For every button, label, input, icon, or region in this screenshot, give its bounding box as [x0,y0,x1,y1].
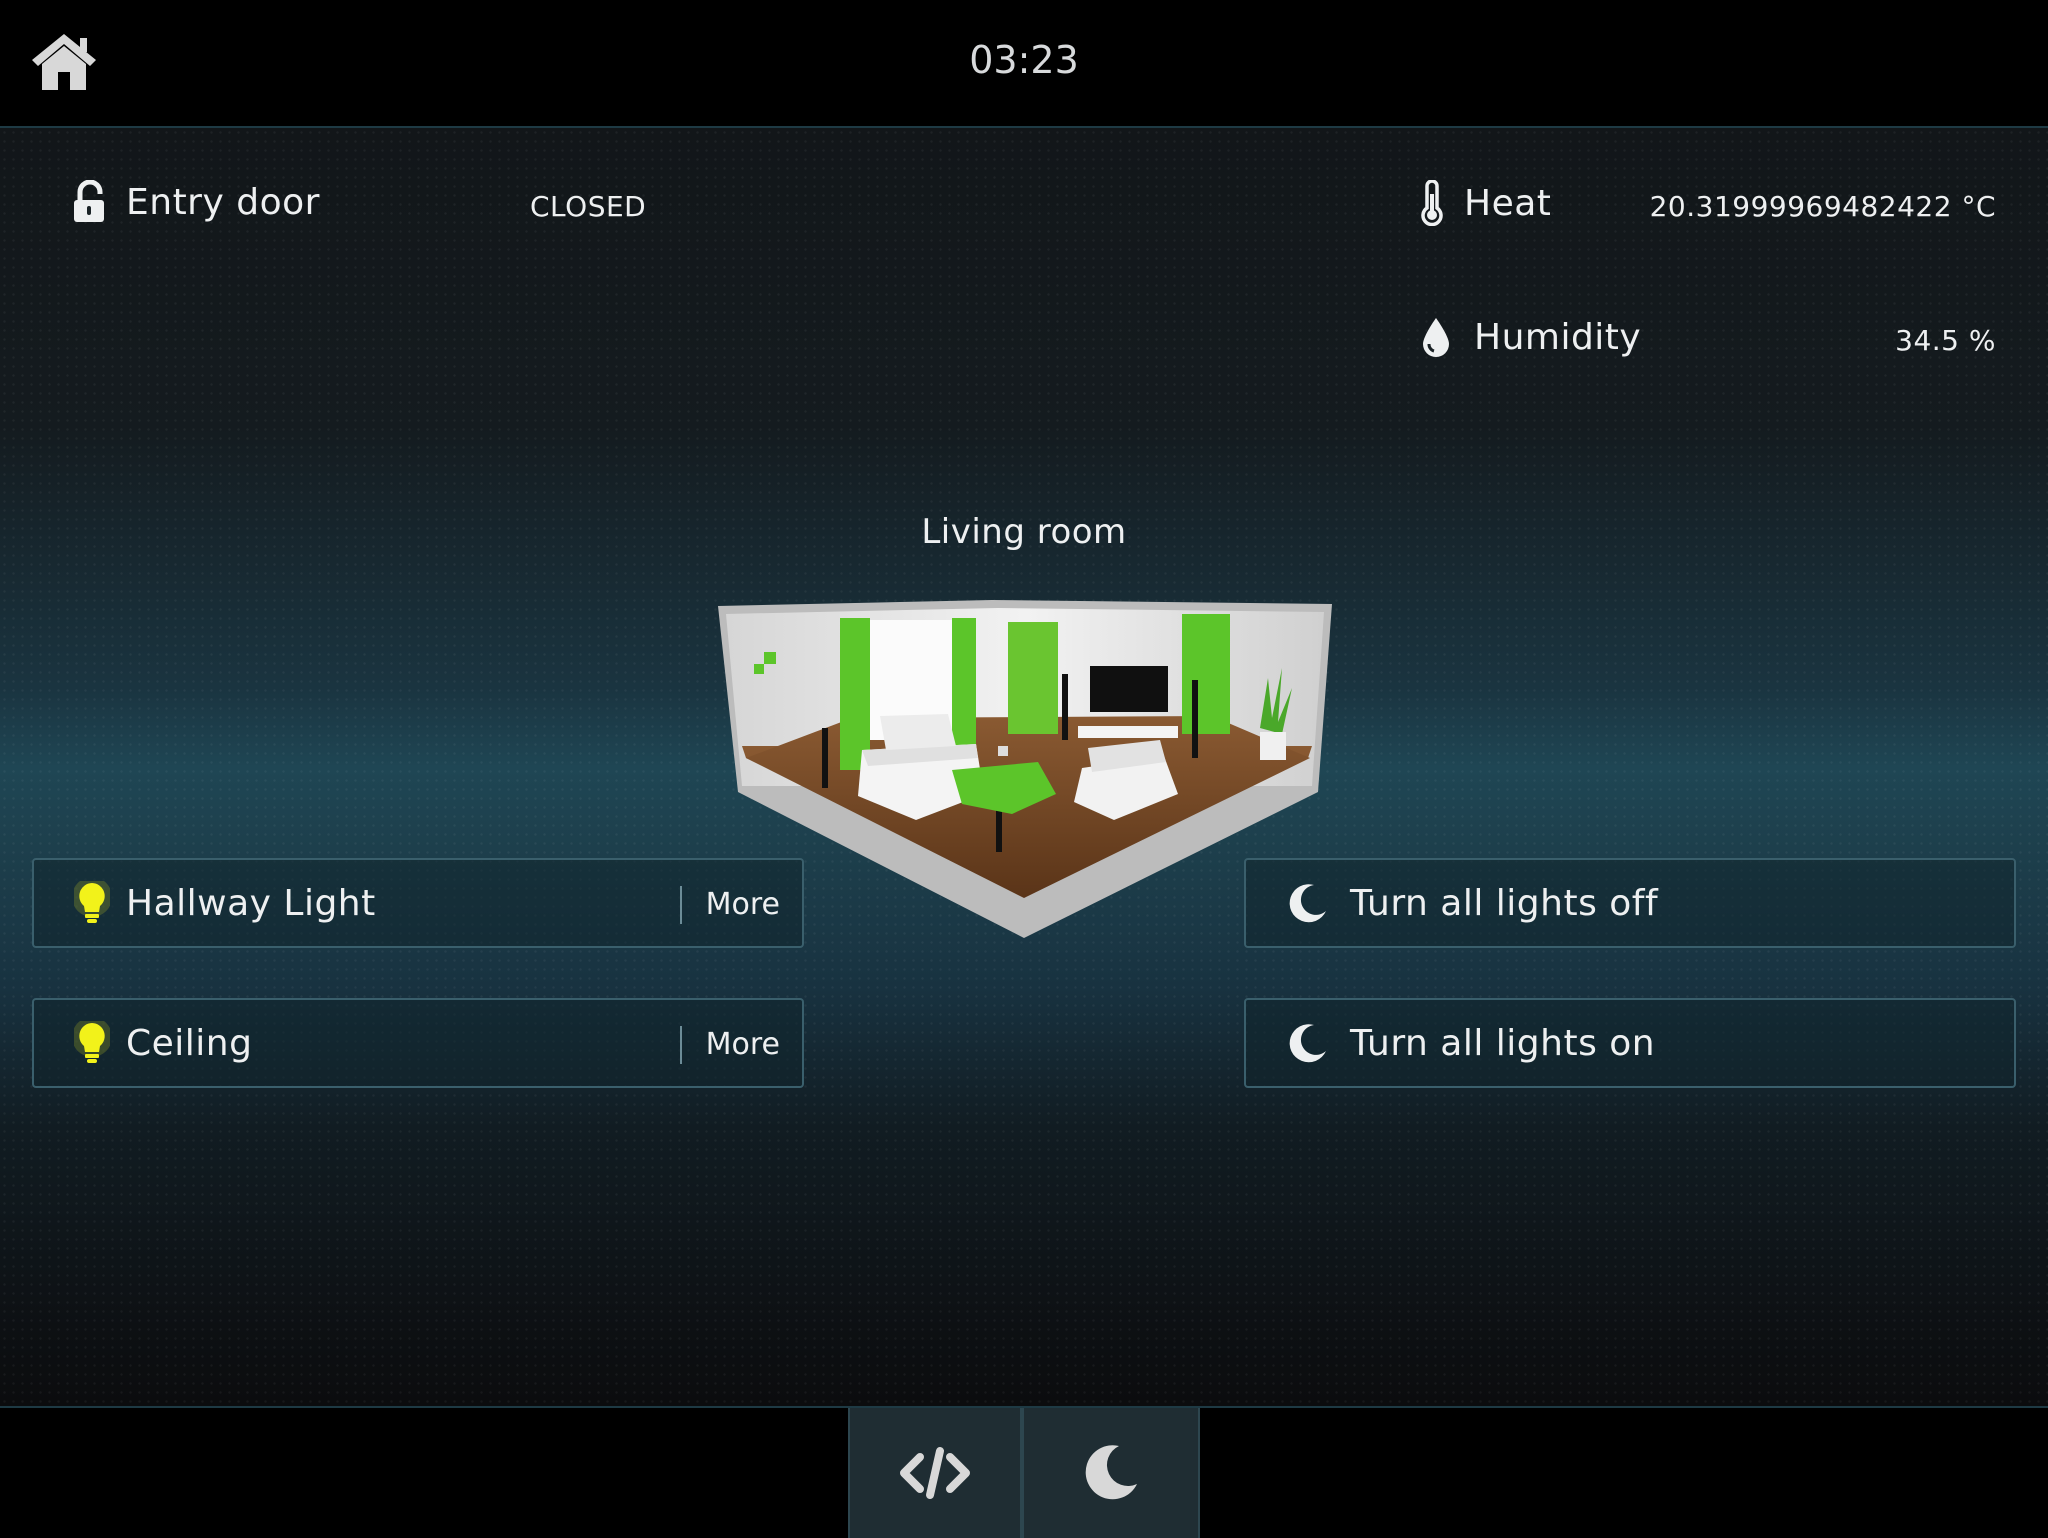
entry-door-value: CLOSED [530,190,647,223]
heat-status[interactable]: Heat [1418,180,1551,226]
heat-value: 20.31999969482422 °C [1649,190,1996,223]
moon-icon [1289,1024,1326,1063]
code-icon [900,1447,970,1499]
tab-night[interactable] [1022,1408,1200,1538]
thermometer-icon [1421,180,1443,226]
entry-door-label: Entry door [126,181,320,223]
light-card-ceiling[interactable]: Ceiling More [32,998,804,1088]
humidity-label: Humidity [1474,316,1642,358]
droplet-icon [1423,318,1449,357]
tab-code[interactable] [848,1408,1022,1538]
scene-label: Turn all lights on [1350,1022,1656,1064]
top-bar: 03:23 [0,0,2048,128]
clock: 03:23 [969,38,1079,82]
scene-label: Turn all lights off [1350,882,1659,924]
lightbulb-icon [74,881,110,923]
light-card-label: Hallway Light [126,882,376,924]
more-button[interactable]: More [679,1026,802,1064]
light-card-hallway[interactable]: Hallway Light More [32,858,804,948]
lightbulb-icon [74,1021,110,1063]
dashboard-main: Entry door CLOSED Heat 20.31999969482422… [0,128,2048,1406]
heat-label: Heat [1464,182,1552,224]
living-room-image[interactable] [712,598,1336,1066]
humidity-value: 34.5 % [1895,324,1996,357]
humidity-status[interactable]: Humidity [1420,316,1641,358]
room-title: Living room [921,512,1127,552]
light-card-label: Ceiling [126,1022,253,1064]
scene-card-all-on[interactable]: Turn all lights on [1244,998,2016,1088]
moon-icon [1085,1445,1137,1500]
entry-door-status[interactable]: Entry door [70,180,320,224]
scene-card-all-off[interactable]: Turn all lights off [1244,858,2016,948]
unlock-icon [74,180,104,222]
moon-icon [1289,884,1326,923]
more-button[interactable]: More [679,886,802,924]
bottom-tab-bar [0,1406,2048,1538]
